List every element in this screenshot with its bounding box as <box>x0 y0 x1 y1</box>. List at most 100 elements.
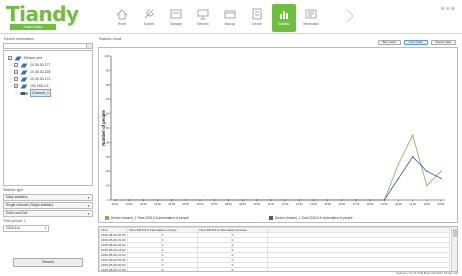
table-cell: 2015-05-06 05:00 <box>99 257 128 263</box>
data-point <box>142 199 145 201</box>
expand-collapse-icon[interactable]: − <box>14 77 18 81</box>
line-chart: 0 10 20 30 40 50 60 70 80 90 100 00:00 01:00 02:00 03:… <box>101 54 445 206</box>
x-tick-label: 05:00 <box>183 202 190 206</box>
nav-item-manage[interactable]: Manage <box>164 4 188 32</box>
tree-node-label: 10.30.30.228 <box>30 70 51 74</box>
statistic-icon <box>280 11 288 19</box>
dropdown-value: Single channel (Single statistic) <box>6 203 54 207</box>
top-bar: Tiandy Smart Video Home System Manage Netwo… <box>0 0 462 34</box>
expand-collapse-icon[interactable]: − <box>8 56 12 60</box>
nav-item-label: Statistic <box>278 22 290 26</box>
table-cell: 2015-05-06 07:00 <box>99 267 128 271</box>
y-tick-label: 70 <box>106 97 109 101</box>
x-tick-label: 10:00 <box>253 202 260 206</box>
data-point <box>213 199 215 201</box>
data-point <box>426 170 428 172</box>
statistic-result-title: Statistic result <box>99 37 122 41</box>
backup-icon <box>224 10 236 19</box>
y-tick-label: 30 <box>106 155 109 159</box>
x-tick-label: 13:00 <box>296 202 303 206</box>
x-tick-label: 04:00 <box>168 202 175 206</box>
x-tick-label: 07:00 <box>211 202 218 206</box>
nav-item-backup[interactable]: Backup <box>218 4 242 32</box>
data-point <box>284 199 286 201</box>
nav-item-label: Backup <box>224 22 236 26</box>
x-tick-label: 02:00 <box>140 202 147 206</box>
system-icon <box>144 9 154 19</box>
scrollbar-thumb[interactable] <box>453 229 457 237</box>
data-point <box>227 199 230 201</box>
nav-item-statistic[interactable]: Statistic <box>272 4 296 32</box>
dropdown-value: Daily statistics <box>6 195 28 199</box>
chart-mode-buttons: Bar mode Line mode Export data <box>377 40 456 45</box>
table-scrollbar[interactable] <box>451 227 457 271</box>
y-tick-label: 40 <box>106 140 109 144</box>
network-icon <box>197 9 209 20</box>
x-tick-label: 15:00 <box>324 202 331 206</box>
data-point <box>199 199 201 201</box>
expand-collapse-icon[interactable]: − <box>14 70 18 74</box>
legend-item-1: Device channel_1 Time:2015-5-6 Informati… <box>105 216 189 220</box>
bar-mode-button[interactable]: Bar mode <box>377 40 401 45</box>
device-icon <box>20 63 28 67</box>
table-cell: 2015-05-06 06:00 <box>99 262 128 268</box>
device-search-input[interactable] <box>3 43 93 49</box>
chevron-right-icon[interactable] <box>345 9 355 23</box>
tree-node-label: 10.30.30.172 <box>30 77 51 81</box>
data-point <box>256 199 258 201</box>
data-point <box>298 199 300 201</box>
expand-collapse-icon[interactable]: − <box>14 63 18 67</box>
expand-collapse-icon[interactable]: − <box>14 84 18 88</box>
data-point <box>440 170 442 172</box>
export-data-button[interactable]: Export data <box>430 40 456 45</box>
table-cell: 2015-05-06 02:00 <box>99 242 128 248</box>
tree-node-label: 10.30.30.177 <box>30 63 51 67</box>
device-icon <box>14 56 22 60</box>
tree-channel-node[interactable]: Channel_1 <box>20 89 51 97</box>
data-point <box>270 199 272 201</box>
date-field[interactable]: 2015-5-6 ▾ <box>3 225 49 232</box>
device-info-title: Device information <box>4 37 34 41</box>
statistic-mode-dropdown[interactable]: Single channel (Single statistic) ▼ <box>3 202 93 209</box>
table-cell: 0 <box>197 267 268 271</box>
table-cell: 2015-05-06 01:00 <box>99 237 128 243</box>
tree-node-label: Channel_1 <box>30 89 51 97</box>
x-tick-label: 03:00 <box>154 202 161 206</box>
x-tick-label: 09:00 <box>239 202 246 206</box>
nav-item-network[interactable]: Network <box>191 4 215 32</box>
nav-item-system[interactable]: System <box>137 4 161 32</box>
statistic-period-dropdown[interactable]: Daily statistics ▼ <box>3 194 93 201</box>
data-point <box>397 163 400 165</box>
data-point <box>369 199 371 201</box>
x-tick-label: 14:00 <box>310 202 317 206</box>
table-cell: 2015-05-06 03:00 <box>99 247 128 253</box>
information-icon <box>305 9 317 19</box>
search-button[interactable] <box>86 44 92 48</box>
chart-area: 0 10 20 30 40 50 60 70 80 90 100 00:00 01:00 02:00 03:… <box>98 47 458 223</box>
nav-item-home[interactable]: Home <box>110 4 134 32</box>
direction-dropdown[interactable]: Enter and Exit ▼ <box>3 210 93 217</box>
nav-item-device[interactable]: Device <box>245 4 269 32</box>
table-cell: 0 <box>127 267 198 271</box>
data-point <box>241 199 244 201</box>
tree-root[interactable]: − Device root <box>8 55 42 61</box>
legend-swatch <box>105 216 109 220</box>
nav-item-label: Device <box>252 22 262 26</box>
x-tick-label: 11:00 <box>268 202 275 206</box>
x-tick-label: 01:00 <box>126 202 133 206</box>
chevron-down-icon: ▼ <box>87 196 90 200</box>
nav-item-label: Manage <box>170 22 182 26</box>
y-tick-label: 50 <box>106 126 109 130</box>
tree-device-node[interactable]: − 10.30.30.228 <box>14 69 50 75</box>
tree-device-node[interactable]: − 10.30.30.172 <box>14 76 50 82</box>
nav-item-information[interactable]: Information <box>299 4 323 32</box>
search-button[interactable]: Search <box>13 258 83 267</box>
window-controls[interactable]: ⊕⊖⊗ <box>440 6 456 12</box>
dropdown-value: Enter and Exit <box>6 211 28 215</box>
date-value: 2015-5-6 <box>6 226 20 230</box>
line-mode-button[interactable]: Line mode <box>403 40 428 45</box>
nav-item-label: System <box>143 22 155 26</box>
x-tick-label: 19:00 <box>381 202 388 206</box>
tree-device-node[interactable]: − 10.30.30.177 <box>14 62 50 68</box>
data-point <box>185 199 187 201</box>
